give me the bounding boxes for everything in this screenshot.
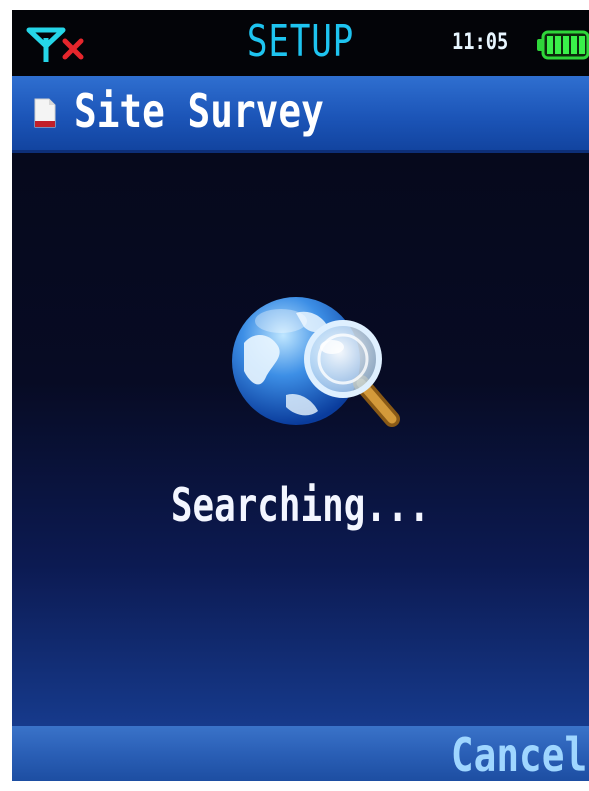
screen-title: Site Survey xyxy=(74,84,324,138)
searching-status-text: Searching... xyxy=(170,478,431,532)
document-icon xyxy=(34,98,56,128)
antenna-icon xyxy=(26,27,66,62)
phone-screen: SETUP 11:05 Site Survey Searching... Can… xyxy=(12,10,589,781)
battery-full-icon xyxy=(537,30,589,60)
cancel-softkey[interactable]: Cancel xyxy=(451,728,587,781)
main-content: Searching... xyxy=(12,153,589,726)
softkey-bar: Cancel xyxy=(12,726,589,781)
clock: 11:05 xyxy=(452,30,509,55)
status-bar: SETUP 11:05 xyxy=(12,10,589,76)
screen-title-bar: Site Survey xyxy=(12,76,589,153)
globe-search-icon xyxy=(232,297,400,427)
